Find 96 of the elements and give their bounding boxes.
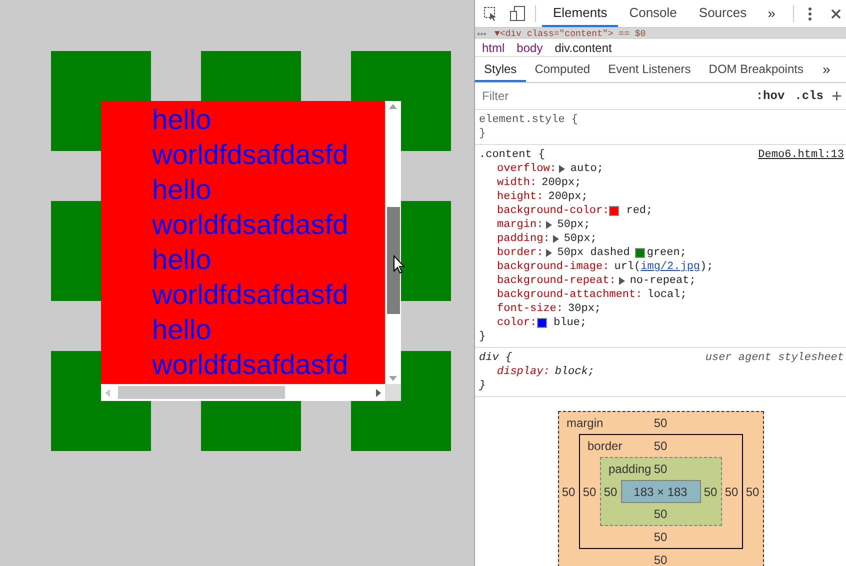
device-toolbar-icon[interactable] bbox=[510, 6, 525, 21]
property-value: ); bbox=[700, 260, 714, 274]
box-model-value: 50 bbox=[654, 529, 668, 546]
property-value: block; bbox=[554, 365, 594, 379]
ellipsis-text: ••• bbox=[476, 28, 486, 38]
color-swatch[interactable] bbox=[634, 248, 645, 258]
box-model-value: 50 bbox=[654, 461, 668, 478]
rule-selector: .content { bbox=[479, 148, 546, 162]
property-value: auto; bbox=[570, 162, 604, 176]
box-model-value: 50 bbox=[582, 484, 598, 500]
property-name: padding: bbox=[497, 232, 550, 246]
sidebar-tab[interactable]: Styles bbox=[475, 57, 526, 82]
filter-field[interactable]: Filter bbox=[482, 87, 756, 105]
box-model-value: 50 bbox=[654, 552, 668, 566]
rule-brace: } bbox=[479, 127, 487, 141]
rule-selector: element.style { bbox=[479, 113, 578, 127]
rule-brace: } bbox=[479, 330, 487, 344]
inspect-element-icon[interactable] bbox=[484, 6, 498, 20]
new-rule-button[interactable]: + bbox=[831, 87, 842, 105]
property-name: color: bbox=[497, 316, 537, 330]
source-label: user agent stylesheet bbox=[705, 351, 844, 365]
rule-selector: div { bbox=[479, 351, 512, 365]
class-toggle-button[interactable]: .cls bbox=[794, 87, 824, 105]
expand-triangle-icon[interactable] bbox=[559, 165, 566, 173]
box-model-value: 50 bbox=[654, 438, 668, 455]
expand-triangle-icon[interactable] bbox=[618, 277, 625, 285]
scrollbar-corner bbox=[385, 384, 401, 401]
close-icon[interactable] bbox=[831, 8, 842, 18]
content-text: hello bbox=[152, 243, 212, 277]
url-link[interactable]: img/2.jpg bbox=[640, 260, 700, 274]
sidebar-tab[interactable]: Event Listeners bbox=[599, 57, 700, 82]
property-name: overflow: bbox=[497, 162, 556, 176]
content-text: worldfdsafdasfd bbox=[152, 208, 348, 242]
property-name: display: bbox=[497, 365, 550, 379]
more-tabs-button[interactable]: » bbox=[812, 57, 840, 82]
property-name: background-repeat: bbox=[497, 274, 616, 288]
property-value: red; bbox=[626, 204, 653, 218]
property-name: width: bbox=[497, 176, 537, 190]
mouse-cursor-icon bbox=[393, 255, 405, 274]
content-text: worldfdsafdasfd bbox=[152, 278, 348, 312]
source-link[interactable]: Demo6.html:13 bbox=[758, 148, 844, 162]
panel-tab[interactable]: Console bbox=[618, 0, 688, 27]
box-model-value: 50 bbox=[560, 484, 576, 500]
box-model-label: border bbox=[588, 438, 622, 455]
box-model-label: margin bbox=[566, 415, 604, 432]
property-value: 200px; bbox=[548, 190, 588, 204]
property-value: 200px; bbox=[542, 176, 582, 190]
box-model-value: 50 bbox=[744, 484, 760, 500]
dom-node-text: ▼<div class="content"> == $0 bbox=[493, 28, 646, 38]
property-value: 50px dashed bbox=[557, 246, 630, 260]
property-value: local; bbox=[647, 288, 687, 302]
property-value: no-repeat; bbox=[630, 274, 696, 288]
color-swatch[interactable] bbox=[609, 206, 620, 216]
property-name: background-attachment: bbox=[497, 288, 642, 302]
property-name: height: bbox=[497, 190, 544, 204]
breadcrumb-item[interactable]: div.content bbox=[554, 38, 612, 56]
more-options-icon[interactable] bbox=[808, 6, 812, 20]
property-value: blue; bbox=[554, 316, 587, 330]
rule-brace: } bbox=[479, 379, 487, 393]
hover-state-button[interactable]: :hov bbox=[756, 87, 785, 105]
box-model-value: 50 bbox=[724, 484, 740, 500]
content-text: worldfdsafdasfd bbox=[152, 348, 348, 382]
scroll-up-arrow-icon[interactable] bbox=[389, 104, 397, 109]
property-name: font-size: bbox=[497, 302, 564, 316]
color-swatch[interactable] bbox=[536, 318, 547, 328]
content-text: hello bbox=[152, 103, 212, 137]
content-text: hello bbox=[152, 313, 212, 347]
scroll-down-arrow-icon[interactable] bbox=[389, 376, 397, 381]
more-tabs-button[interactable]: » bbox=[758, 0, 786, 27]
vertical-scrollbar[interactable] bbox=[385, 101, 401, 384]
property-value: 50px; bbox=[564, 232, 597, 246]
content-text: worldfdsafdasfd bbox=[152, 138, 348, 172]
property-value: url( bbox=[614, 260, 641, 274]
horizontal-scrollbar[interactable] bbox=[101, 384, 385, 401]
box-model-value: 50 bbox=[602, 484, 618, 500]
sidebar-tab[interactable]: Computed bbox=[526, 57, 600, 82]
property-name: border: bbox=[497, 246, 544, 260]
sidebar-tab[interactable]: DOM Breakpoints bbox=[700, 57, 812, 82]
content-text: hello bbox=[152, 173, 212, 207]
box-model-label: padding bbox=[608, 461, 652, 478]
scrollbar-thumb[interactable] bbox=[118, 386, 285, 399]
property-name: background-image: bbox=[497, 260, 610, 274]
scroll-right-arrow-icon[interactable] bbox=[376, 388, 381, 396]
property-name: margin: bbox=[497, 218, 544, 232]
property-value: green; bbox=[646, 246, 686, 260]
property-value: 50px; bbox=[557, 218, 590, 232]
breadcrumb-item[interactable]: body bbox=[516, 38, 543, 56]
box-model-content: 183 × 183 bbox=[620, 480, 700, 503]
scrollbar-thumb[interactable] bbox=[386, 207, 400, 314]
property-name: background-color: bbox=[497, 204, 610, 218]
box-model-value: 50 bbox=[702, 484, 718, 500]
breadcrumb-item[interactable]: html bbox=[482, 38, 505, 56]
panel-tab[interactable]: Sources bbox=[688, 0, 758, 27]
box-model-value: 50 bbox=[654, 415, 668, 432]
property-value: 30px; bbox=[568, 302, 602, 316]
box-model-value: 50 bbox=[654, 506, 668, 523]
